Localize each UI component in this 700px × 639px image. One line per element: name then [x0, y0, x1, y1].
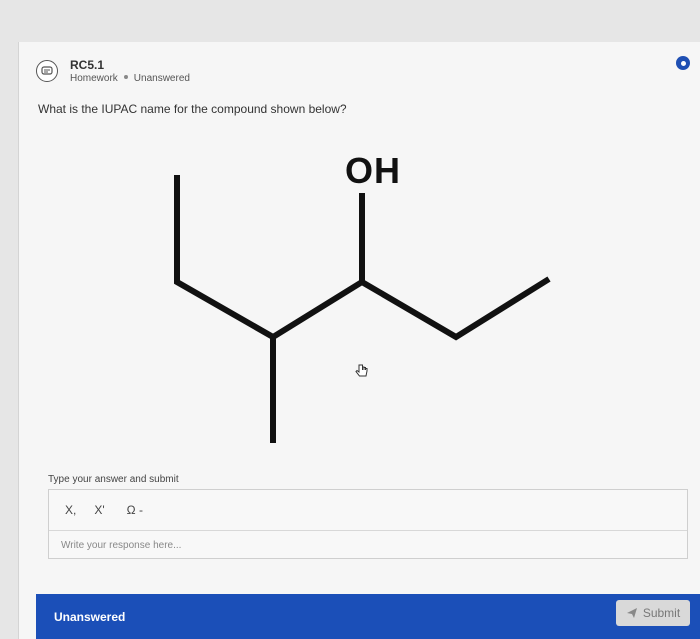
question-text: What is the IUPAC name for the compound …	[38, 102, 347, 116]
answer-instructions: Type your answer and submit	[48, 474, 179, 485]
hydroxyl-label: OH	[345, 150, 401, 191]
subscript-button[interactable]: X,	[65, 503, 76, 517]
separator-dot	[123, 75, 128, 79]
info-icon[interactable]	[676, 56, 690, 70]
submit-label: Submit	[642, 606, 681, 620]
chat-icon	[36, 60, 58, 82]
send-icon	[626, 608, 637, 618]
status-label: Unanswered	[133, 73, 190, 84]
superscript-button[interactable]: X'	[94, 503, 104, 517]
answer-editor: X, X' Ω - Write your response here...	[48, 489, 688, 559]
assignment-meta: Homework Unanswered	[70, 73, 190, 84]
hand-cursor-icon	[353, 362, 371, 385]
editor-toolbar: X, X' Ω -	[49, 490, 687, 530]
assignment-title: RC5.1	[70, 58, 105, 72]
special-characters-button[interactable]: Ω -	[127, 503, 143, 517]
response-input[interactable]: Write your response here...	[49, 530, 687, 560]
submit-button[interactable]: Submit	[616, 600, 690, 626]
category-label: Homework	[70, 73, 118, 84]
footer-bar: Unanswered Submit	[36, 594, 700, 639]
footer-status: Unanswered	[54, 610, 126, 624]
